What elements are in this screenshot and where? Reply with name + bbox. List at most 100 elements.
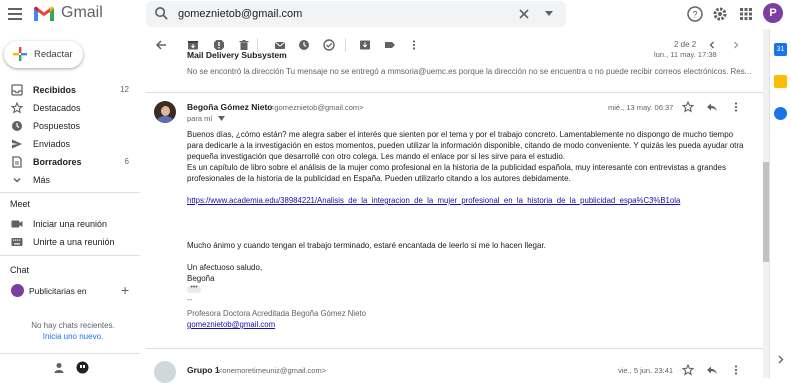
no-chats-text: No hay chats recientes.	[31, 321, 115, 330]
draft-count: 6	[124, 157, 129, 166]
show-trimmed-content-button[interactable]: •••	[187, 284, 201, 293]
svg-text:?: ?	[692, 10, 697, 20]
more-vert-icon[interactable]	[408, 39, 420, 51]
message-paragraph: Mucho ánimo y cuando tengan el trabajo t…	[187, 241, 546, 250]
help-icon[interactable]: ?	[686, 5, 704, 23]
chevron-right-icon[interactable]	[730, 39, 742, 51]
tasks-icon[interactable]	[774, 107, 787, 120]
start-chat-link[interactable]: Inicia uno nuevo.	[0, 331, 146, 342]
more-vert-icon[interactable]	[730, 101, 742, 113]
compose-button[interactable]: Redactar	[4, 41, 83, 68]
no-chats-message: No hay chats recientes. Inicia uno nuevo…	[0, 320, 146, 342]
sidebar-item-drafts[interactable]: Borradores 6	[0, 153, 140, 171]
star-icon[interactable]	[682, 101, 694, 113]
join-meeting-item[interactable]: Unirte a una reunión	[0, 234, 140, 250]
sender-name[interactable]: Begoña Gómez Nieto	[187, 102, 272, 112]
star-icon[interactable]	[682, 364, 694, 376]
avatar	[11, 284, 24, 297]
keyboard-icon	[11, 238, 23, 246]
avatar-face	[161, 106, 170, 116]
account-avatar[interactable]: P	[763, 3, 783, 23]
meet-section-title: Meet	[10, 199, 31, 209]
calendar-icon[interactable]: 31	[774, 43, 787, 56]
apps-grid-icon[interactable]	[737, 5, 755, 23]
sidebar-item-label: Más	[33, 175, 51, 185]
message-signoff: Begoña	[187, 274, 215, 283]
search-options-chevron-icon[interactable]	[545, 11, 553, 16]
sidebar-item-label: Recibidos	[33, 85, 77, 95]
recipient-line[interactable]: para mí	[187, 114, 212, 123]
more-vert-icon[interactable]	[730, 364, 742, 376]
message-paragraph: Buenos días, ¿cómo están? me alegra sabe…	[187, 130, 744, 161]
toolbar-divider	[345, 38, 346, 52]
sidebar-item-label: Pospuestos	[33, 121, 81, 131]
chevron-down-icon[interactable]	[218, 116, 225, 121]
person-icon[interactable]	[54, 362, 64, 374]
article-link[interactable]: https://www.academia.edu/38984221/Analis…	[187, 196, 680, 205]
top-bar: Gmail gomeznietob@gmail.com ? P	[0, 0, 791, 29]
sender-email: <gomeznietob@gmail.com>	[270, 103, 364, 112]
chat-section-title: Chat	[10, 265, 30, 275]
avatar-body	[157, 116, 173, 123]
reply-icon[interactable]	[706, 364, 718, 376]
sidebar-item-inbox[interactable]: Recibidos 12	[0, 81, 140, 99]
search-input[interactable]: gomeznietob@gmail.com	[178, 8, 302, 20]
meet-item-label: Unirte a una reunión	[33, 237, 115, 247]
divider	[0, 353, 140, 354]
message-date: mié., 13 may. 06:37	[608, 103, 674, 112]
plus-icon	[13, 47, 27, 61]
message-greeting: Un afectuoso saludo,	[187, 263, 263, 272]
sidebar-item-label: Destacados	[33, 103, 81, 113]
side-panel-rail: 31	[769, 29, 791, 378]
sidebar-item-more[interactable]: Más	[0, 171, 140, 189]
chevron-right-icon[interactable]	[776, 355, 785, 364]
signature-email-link[interactable]: gomeznietob@gmail.com	[187, 320, 275, 329]
message-sender: Mail Delivery Subsystem	[187, 50, 287, 60]
gear-icon[interactable]	[711, 5, 729, 23]
sidebar-item-snoozed[interactable]: Pospuestos	[0, 117, 140, 135]
search-icon[interactable]	[154, 6, 169, 21]
search-bar[interactable]: gomeznietob@gmail.com	[146, 1, 566, 27]
collapsed-message[interactable]: Mail Delivery Subsystem lun., 11 may. 17…	[146, 50, 763, 93]
unread-count: 12	[120, 85, 129, 94]
sender-name[interactable]: Grupo 1	[187, 365, 220, 375]
add-task-icon[interactable]	[323, 39, 335, 51]
reply-icon[interactable]	[706, 101, 718, 113]
draft-icon	[12, 156, 22, 168]
back-arrow-icon[interactable]	[155, 39, 167, 51]
clock-icon[interactable]	[298, 39, 310, 51]
meet-item-label: Iniciar una reunión	[33, 219, 108, 229]
label-icon[interactable]	[384, 39, 396, 51]
start-meeting-item[interactable]: Iniciar una reunión	[0, 216, 140, 232]
signature-title: Profesora Doctora Acreditada Begoña Góme…	[187, 309, 366, 318]
divider	[0, 255, 140, 256]
sidebar: Redactar Recibidos 12 Destacados Pospues…	[0, 29, 140, 378]
avatar[interactable]	[154, 101, 176, 123]
avatar[interactable]	[154, 361, 176, 383]
hangouts-icon[interactable]	[76, 361, 89, 374]
compose-label: Redactar	[34, 49, 73, 60]
message-date: lun., 11 may. 17:38	[654, 50, 717, 59]
sidebar-item-label: Borradores	[33, 157, 82, 167]
sidebar-item-sent[interactable]: Enviados	[0, 135, 140, 153]
sender-email: <onemoretimeuniz@gmail.com>	[218, 366, 327, 375]
keep-icon[interactable]	[774, 75, 787, 88]
sidebar-item-starred[interactable]: Destacados	[0, 99, 140, 117]
gmail-logo[interactable]: Gmail	[33, 4, 103, 22]
inbox-icon	[11, 84, 23, 96]
gmail-m-icon	[34, 6, 54, 21]
signature-separator: --	[187, 295, 193, 304]
chat-user-row[interactable]: Publicitarias en +	[0, 282, 140, 300]
divider	[0, 192, 140, 193]
main-menu-icon[interactable]	[6, 5, 24, 23]
sidebar-item-label: Enviados	[33, 139, 71, 149]
message-snippet: No se encontró la dirección Tu mensaje n…	[187, 67, 752, 76]
move-to-icon[interactable]	[359, 39, 371, 51]
video-icon	[11, 220, 23, 228]
message-divider	[146, 92, 763, 93]
chevron-down-icon	[13, 177, 21, 183]
clock-icon	[12, 121, 22, 131]
add-chat-icon[interactable]: +	[121, 282, 129, 298]
close-icon[interactable]	[518, 8, 530, 20]
message-paragraph: Es un capítulo de libro sobre el análisi…	[187, 163, 726, 183]
